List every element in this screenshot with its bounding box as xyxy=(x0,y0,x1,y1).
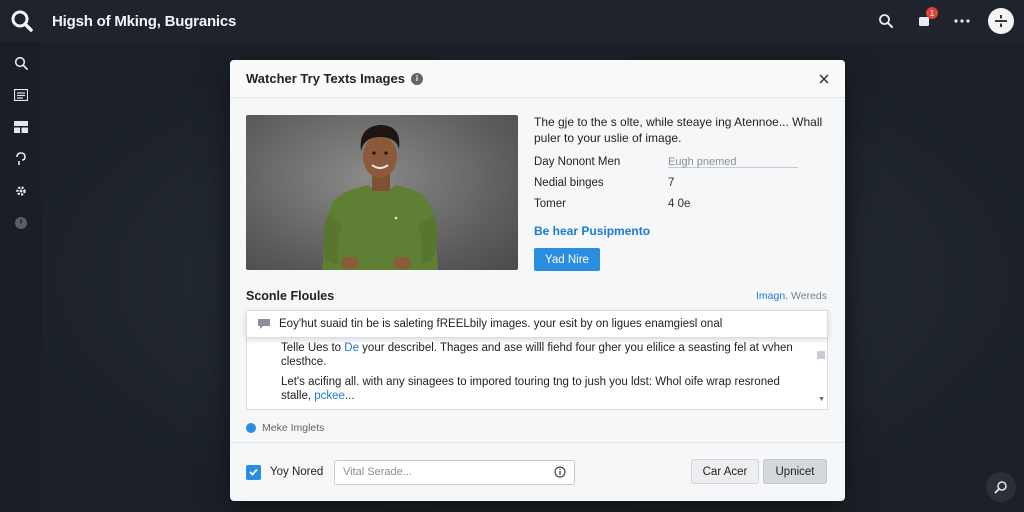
search-icon[interactable] xyxy=(874,9,898,33)
description-text: The gje to the s olte, while steaye ing … xyxy=(534,115,823,145)
avatar[interactable] xyxy=(988,8,1014,34)
scroll-down-icon[interactable]: ▼ xyxy=(818,393,825,407)
upload-button[interactable]: Upnicet xyxy=(763,459,827,484)
top-actions: 1 xyxy=(874,0,1014,42)
close-icon xyxy=(819,74,829,84)
search-icon xyxy=(994,481,1007,494)
notification-badge: 1 xyxy=(926,7,938,19)
zoom-search-button[interactable] xyxy=(986,472,1016,502)
info-icon[interactable] xyxy=(554,466,566,478)
section-link[interactable]: Imagn. Wereds xyxy=(756,290,827,302)
close-button[interactable] xyxy=(815,70,833,88)
layout-icon[interactable] xyxy=(10,116,32,138)
field-label: Nedial binges xyxy=(534,177,604,189)
top-bar: Higsh of Mking, Bugranics 1 xyxy=(0,0,1024,42)
modal-dialog: Watcher Try Texts Images i The gje to th… xyxy=(230,60,845,501)
app-logo-search-icon[interactable] xyxy=(0,0,44,42)
cancel-button[interactable]: Car Acer xyxy=(691,459,759,484)
gear-icon[interactable] xyxy=(10,180,32,202)
modal-title: Watcher Try Texts Images xyxy=(246,71,405,86)
more-icon[interactable] xyxy=(950,9,974,33)
field-label: Day Nonont Men xyxy=(534,156,621,168)
image-details: The gje to the s olte, while steaye ing … xyxy=(534,114,830,271)
hook-icon[interactable] xyxy=(10,148,32,170)
field-label: Tomer xyxy=(534,198,566,210)
checkmark-icon xyxy=(249,468,258,476)
list-icon[interactable] xyxy=(10,84,32,106)
radio-label: Meke Imglets xyxy=(262,422,325,434)
suggestion-popup[interactable]: Eoy'hut suaid tin be is saleting fREELbi… xyxy=(246,310,828,338)
details-link[interactable]: Be hear Pusipmento xyxy=(534,224,830,238)
caption-textarea[interactable]: Telle Ues to De your describel. Thages a… xyxy=(246,336,828,410)
field-value: 4 0e xyxy=(668,198,691,210)
checkbox[interactable] xyxy=(246,464,261,480)
radio-option[interactable]: Meke Imglets xyxy=(246,422,324,434)
comment-icon xyxy=(258,319,270,329)
field-value: 7 xyxy=(668,177,675,189)
field-row: Nedial binges 7 xyxy=(534,177,830,189)
section-title: Sconle Floules xyxy=(246,289,335,303)
suggestion-text: Eoy'hut suaid tin be is saleting fREELbi… xyxy=(279,318,723,330)
app-title: Higsh of Mking, Bugranics xyxy=(52,12,237,30)
field-row: Tomer 4 0e xyxy=(534,198,830,210)
clock-icon[interactable] xyxy=(10,212,32,234)
radio-selected-icon[interactable] xyxy=(246,423,256,433)
section-link-rest[interactable]: Wereds xyxy=(788,290,827,302)
footer-divider xyxy=(230,442,845,443)
info-icon[interactable]: i xyxy=(410,72,423,85)
preview-image xyxy=(246,115,518,270)
divide-icon xyxy=(995,15,1007,27)
checkbox-label: Yoy Nored xyxy=(270,466,324,478)
footer-input-placeholder: Vital Serade... xyxy=(343,466,412,478)
notification-icon[interactable]: 1 xyxy=(912,7,938,33)
modal-footer: Yoy Nored Vital Serade... Car Acer Upnic… xyxy=(246,459,828,485)
primary-button[interactable]: Yad Nire xyxy=(534,248,600,271)
field-row: Day Nonont Men Eugh pnemed xyxy=(534,156,830,168)
field-input[interactable]: Eugh pnemed xyxy=(668,156,798,168)
textarea-line: Let's acifing all. with any sinagees to … xyxy=(281,376,780,402)
section-link-accent[interactable]: Imagn. xyxy=(756,290,788,302)
textarea-line: Telle Ues to De your describel. Thages a… xyxy=(281,342,793,368)
sidebar xyxy=(0,42,42,512)
footer-input[interactable]: Vital Serade... xyxy=(334,459,575,485)
search-icon[interactable] xyxy=(10,52,32,74)
scroll-thumb[interactable] xyxy=(817,351,825,359)
modal-header: Watcher Try Texts Images i xyxy=(230,60,845,98)
